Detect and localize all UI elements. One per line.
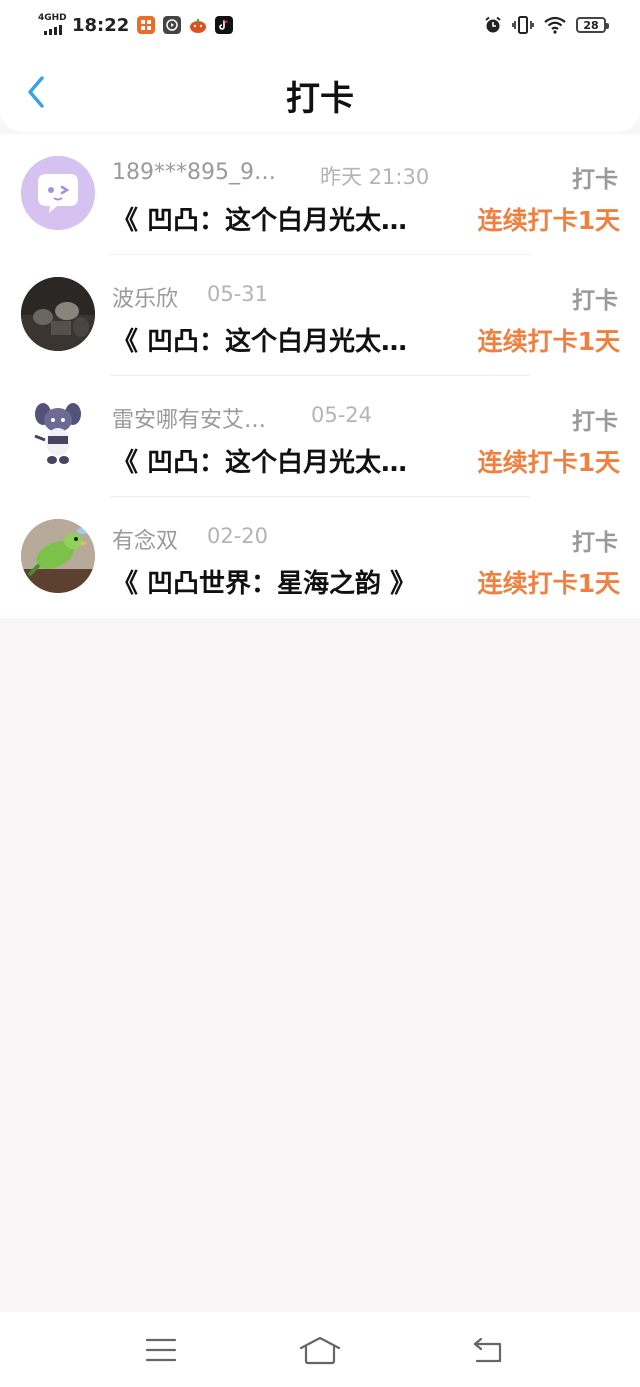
home-icon	[299, 1336, 341, 1365]
header: 打卡	[0, 50, 640, 132]
book-title[interactable]: 《 凹凸：这个白月光太…	[112, 321, 407, 358]
list-item[interactable]: 有念双 02-20 打卡 《 凹凸世界：星海之韵 》 连续打卡1天	[0, 497, 640, 618]
video-player-icon	[163, 16, 182, 34]
status-time: 18:22	[72, 14, 130, 36]
user-name[interactable]: 波乐欣	[112, 281, 178, 313]
checkin-list: 189***895_9… 昨天 21:30 打卡 《 凹凸：这个白月光太… 连续…	[0, 134, 640, 618]
back-nav-button[interactable]	[463, 1332, 513, 1368]
battery-icon: 28	[576, 17, 609, 33]
status-left: 4GHD 18:22	[38, 12, 241, 38]
user-name[interactable]: 雷安哪有安艾…	[112, 402, 266, 434]
streak-label: 连续打卡1天	[477, 448, 620, 477]
home-button[interactable]	[295, 1332, 345, 1368]
book-title[interactable]: 《 凹凸世界：星海之韵 》	[112, 563, 416, 600]
streak-label: 连续打卡1天	[477, 206, 620, 235]
checkin-tag: 打卡	[572, 409, 618, 435]
menu-button[interactable]	[136, 1332, 186, 1368]
user-name[interactable]: 有念双	[112, 523, 178, 555]
page-title: 打卡	[286, 79, 354, 119]
tiktok-icon	[215, 16, 234, 34]
checkin-tag: 打卡	[572, 530, 618, 556]
checkin-date: 02-20	[207, 524, 269, 548]
checkin-date: 昨天 21:30	[320, 165, 430, 189]
photo-avatar[interactable]	[21, 277, 95, 351]
pumpkin-app-icon	[189, 16, 207, 34]
streak-label: 连续打卡1天	[477, 327, 620, 356]
bunny-avatar[interactable]	[21, 398, 95, 472]
status-bar: 4GHD 18:22 28	[0, 0, 640, 50]
book-title[interactable]: 《 凹凸：这个白月光太…	[112, 442, 407, 479]
parrot-avatar[interactable]	[21, 519, 95, 593]
checkin-tag: 打卡	[572, 167, 618, 193]
cellular-signal-icon: 4GHD	[38, 13, 68, 37]
alarm-icon	[485, 16, 501, 33]
list-item[interactable]: 189***895_9… 昨天 21:30 打卡 《 凹凸：这个白月光太… 连续…	[0, 134, 640, 255]
streak-label: 连续打卡1天	[477, 569, 620, 598]
battery-level: 28	[583, 18, 599, 32]
network-type: 4GHD	[38, 13, 67, 23]
chat-bubble-avatar[interactable]	[21, 156, 95, 230]
user-name[interactable]: 189***895_9…	[112, 160, 276, 185]
checkin-date: 05-24	[311, 403, 373, 427]
vibrate-icon	[512, 16, 534, 34]
system-nav-bar	[0, 1312, 640, 1387]
checkin-date: 05-31	[207, 282, 269, 306]
back-icon	[473, 1337, 502, 1363]
wifi-icon	[544, 16, 566, 34]
list-item[interactable]: 雷安哪有安艾… 05-24 打卡 《 凹凸：这个白月光太… 连续打卡1天	[0, 376, 640, 497]
app-store-icon	[137, 16, 156, 34]
menu-icon	[145, 1338, 177, 1362]
book-title[interactable]: 《 凹凸：这个白月光太…	[112, 200, 407, 237]
checkin-tag: 打卡	[572, 288, 618, 314]
status-right: 28	[484, 14, 609, 36]
list-item[interactable]: 波乐欣 05-31 打卡 《 凹凸：这个白月光太… 连续打卡1天	[0, 255, 640, 376]
